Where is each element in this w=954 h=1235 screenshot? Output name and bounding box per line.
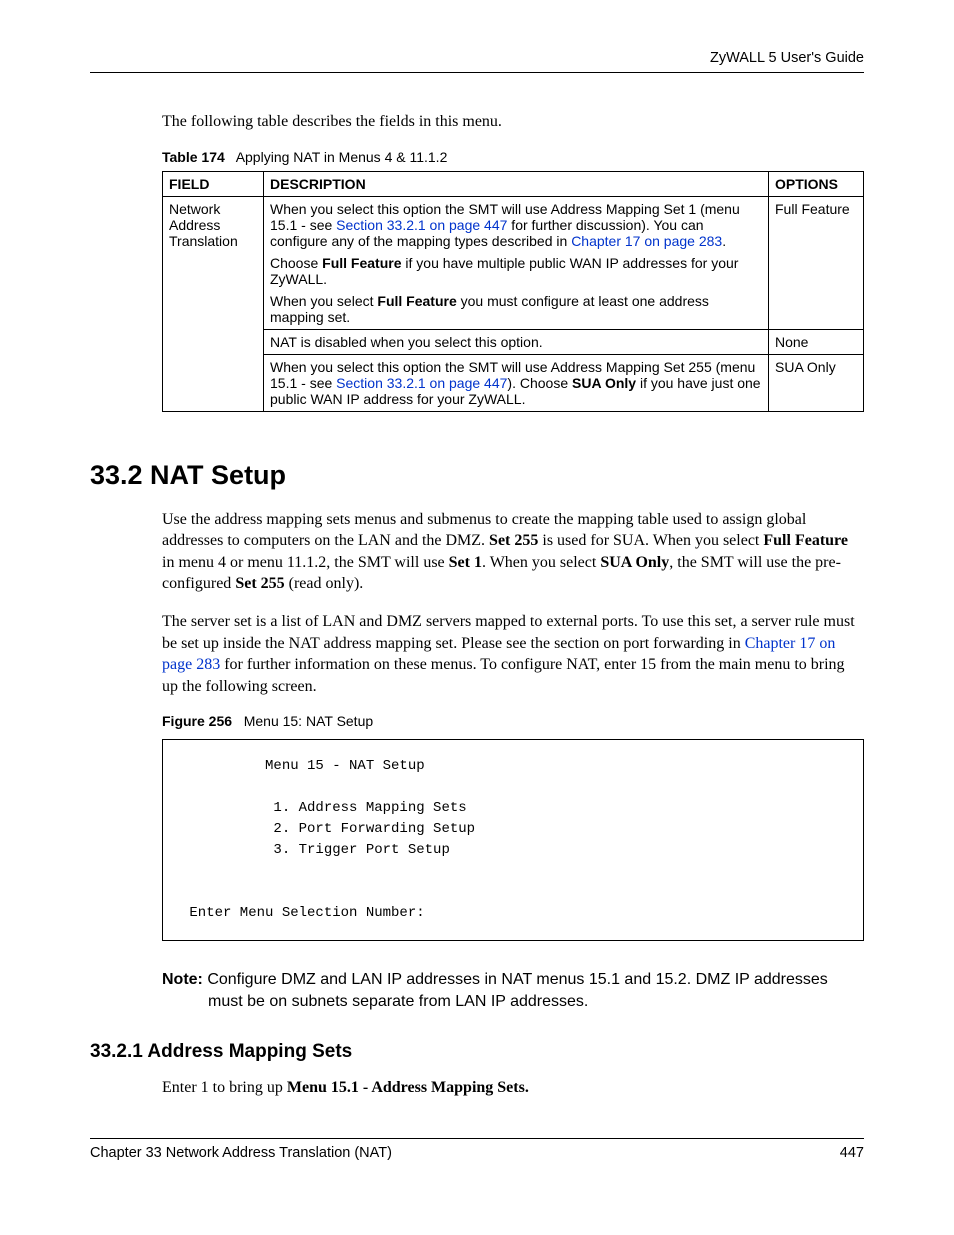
table-title: Applying NAT in Menus 4 & 11.1.2 (236, 149, 448, 165)
th-field: FIELD (163, 171, 264, 196)
cell-desc: When you select this option the SMT will… (264, 196, 769, 329)
cell-desc: When you select this option the SMT will… (264, 354, 769, 411)
running-header: ZyWALL 5 User's Guide (90, 50, 864, 73)
desc-paragraph: When you select this option the SMT will… (270, 201, 762, 249)
note-label: Note: (162, 971, 207, 988)
footer-chapter: Chapter 33 Network Address Translation (… (90, 1145, 392, 1161)
th-options: OPTIONS (769, 171, 864, 196)
cell-option: SUA Only (769, 354, 864, 411)
section-paragraph: The server set is a list of LAN and DMZ … (162, 611, 864, 697)
xref-link[interactable]: Section 33.2.1 on page 447 (336, 217, 507, 233)
table-row: NAT is disabled when you select this opt… (163, 329, 864, 354)
xref-link[interactable]: Chapter 17 on page 283 (571, 233, 722, 249)
cell-desc: NAT is disabled when you select this opt… (264, 329, 769, 354)
subsection-paragraph: Enter 1 to bring up Menu 15.1 - Address … (162, 1077, 864, 1099)
desc-paragraph: When you select Full Feature you must co… (270, 293, 762, 325)
cell-option: None (769, 329, 864, 354)
note-text: Configure DMZ and LAN IP addresses in NA… (207, 971, 827, 1010)
xref-link[interactable]: Section 33.2.1 on page 447 (336, 375, 507, 391)
note-block: Note: Configure DMZ and LAN IP addresses… (162, 969, 864, 1012)
table-caption: Table 174 Applying NAT in Menus 4 & 11.1… (162, 149, 864, 165)
guide-title: ZyWALL 5 User's Guide (710, 50, 864, 66)
th-desc: DESCRIPTION (264, 171, 769, 196)
terminal-screenshot: Menu 15 - NAT Setup 1. Address Mapping S… (162, 739, 864, 941)
desc-paragraph: Choose Full Feature if you have multiple… (270, 255, 762, 287)
cell-option: Full Feature (769, 196, 864, 329)
nat-table: FIELD DESCRIPTION OPTIONS Network Addres… (162, 171, 864, 412)
table-header-row: FIELD DESCRIPTION OPTIONS (163, 171, 864, 196)
figure-number: Figure 256 (162, 713, 232, 729)
section-paragraph: Use the address mapping sets menus and s… (162, 509, 864, 595)
table-row: Network Address Translation When you sel… (163, 196, 864, 329)
subsection-heading: 33.2.1 Address Mapping Sets (90, 1041, 864, 1063)
figure-title: Menu 15: NAT Setup (244, 713, 373, 729)
section-heading: 33.2 NAT Setup (90, 460, 864, 491)
page-footer: Chapter 33 Network Address Translation (… (90, 1138, 864, 1161)
table-row: When you select this option the SMT will… (163, 354, 864, 411)
cell-field: Network Address Translation (163, 196, 264, 411)
table-number: Table 174 (162, 149, 225, 165)
figure-caption: Figure 256 Menu 15: NAT Setup (162, 713, 864, 729)
footer-page-number: 447 (840, 1145, 864, 1161)
intro-text: The following table describes the fields… (162, 111, 864, 133)
